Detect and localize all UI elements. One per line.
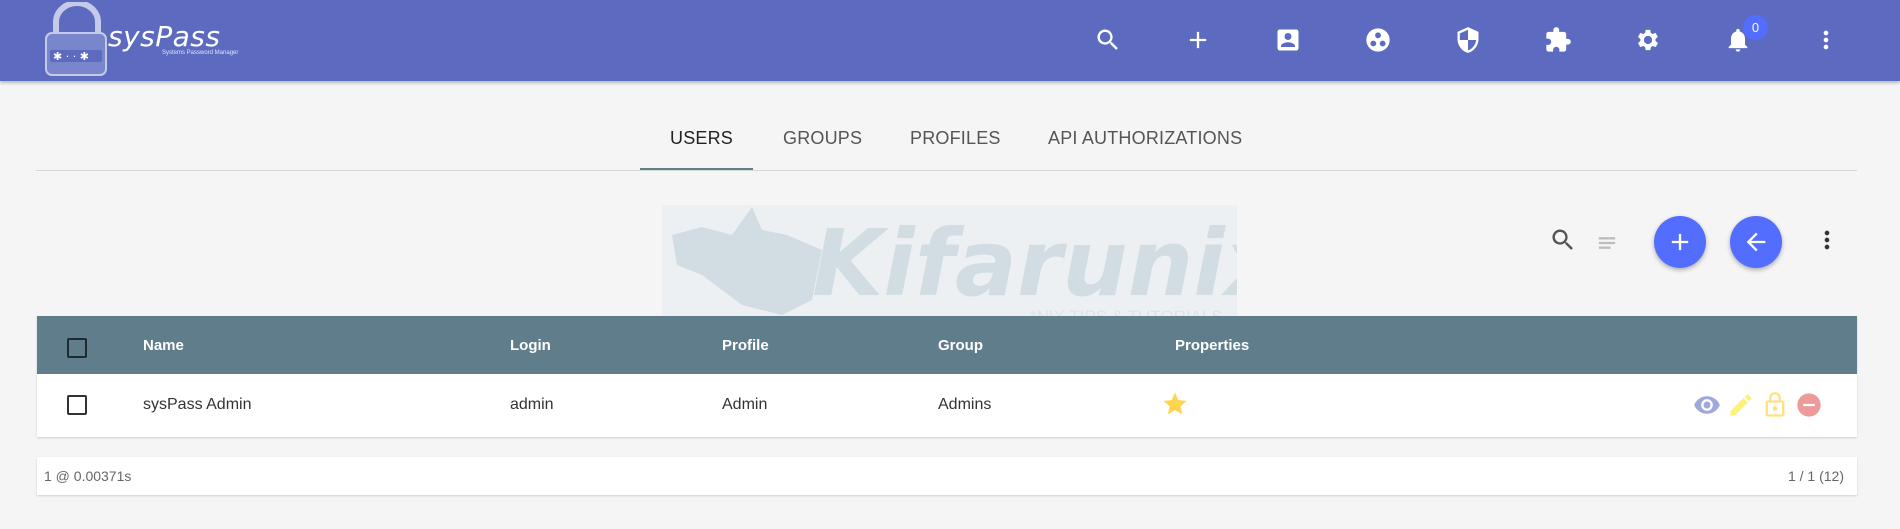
users-table: Name Login Profile Group Properties sysP… [37,316,1857,437]
table-header: Name Login Profile Group Properties [37,316,1857,374]
view-icon[interactable] [1692,390,1722,420]
extension-icon[interactable] [1540,22,1576,58]
delete-icon[interactable] [1794,390,1824,420]
cell-login: admin [510,396,554,413]
security-shield-icon[interactable] [1450,22,1486,58]
tabs-divider [36,170,1857,171]
app-name: sysPass [108,20,221,53]
add-user-button[interactable] [1654,216,1706,268]
svg-text:✱ · · ✱: ✱ · · ✱ [53,50,89,63]
tab-api-authorizations[interactable]: API AUTHORIZATIONS [1048,128,1242,149]
cell-group: Admins [938,396,992,413]
app-subtitle: Systems Password Manager [162,50,239,56]
top-app-bar: ✱ · · ✱ sysPass Systems Password Manager… [0,0,1900,81]
tab-groups[interactable]: GROUPS [783,128,862,149]
search-icon[interactable] [1549,226,1579,256]
cell-profile: Admin [722,396,768,413]
add-icon[interactable] [1180,22,1216,58]
star-icon [1161,390,1189,418]
table-footer: 1 @ 0.00371s 1 / 1 (12) [37,457,1857,495]
notification-count-badge: 0 [1743,15,1768,40]
pagination-info: 1 / 1 (12) [1787,468,1844,484]
more-vert-icon[interactable] [1808,22,1844,58]
query-time: 1 @ 0.00371s [44,468,132,484]
group-icon[interactable] [1360,22,1396,58]
cell-name: sysPass Admin [143,396,252,413]
settings-icon[interactable] [1630,22,1666,58]
column-header-group[interactable]: Group [938,337,983,354]
clear-filter-icon[interactable] [1593,229,1623,255]
search-icon[interactable] [1090,22,1126,58]
back-arrow-icon [1746,232,1766,252]
edit-icon[interactable] [1726,390,1756,420]
change-password-icon[interactable] [1760,390,1790,420]
more-vert-icon[interactable] [1813,226,1843,258]
column-header-login[interactable]: Login [510,337,551,354]
tab-profiles[interactable]: PROFILES [910,128,1001,149]
row-checkbox[interactable] [67,395,87,415]
select-all-checkbox[interactable] [67,338,87,358]
watermark-brand: Kifarunix [812,210,1237,317]
padlock-logo-icon: ✱ · · ✱ [45,0,107,76]
add-icon [1671,233,1689,251]
column-header-properties: Properties [1175,337,1250,354]
account-box-icon[interactable] [1270,22,1306,58]
column-header-name[interactable]: Name [143,337,184,354]
tab-users[interactable]: USERS [670,128,733,149]
column-header-profile[interactable]: Profile [722,337,769,354]
back-button[interactable] [1730,216,1782,268]
table-row[interactable]: sysPass Admin admin Admin Admins [37,374,1857,437]
active-tab-indicator [640,168,753,170]
kifarunix-watermark: Kifarunix *NIX TIPS & TUTORIALS [662,205,1237,325]
